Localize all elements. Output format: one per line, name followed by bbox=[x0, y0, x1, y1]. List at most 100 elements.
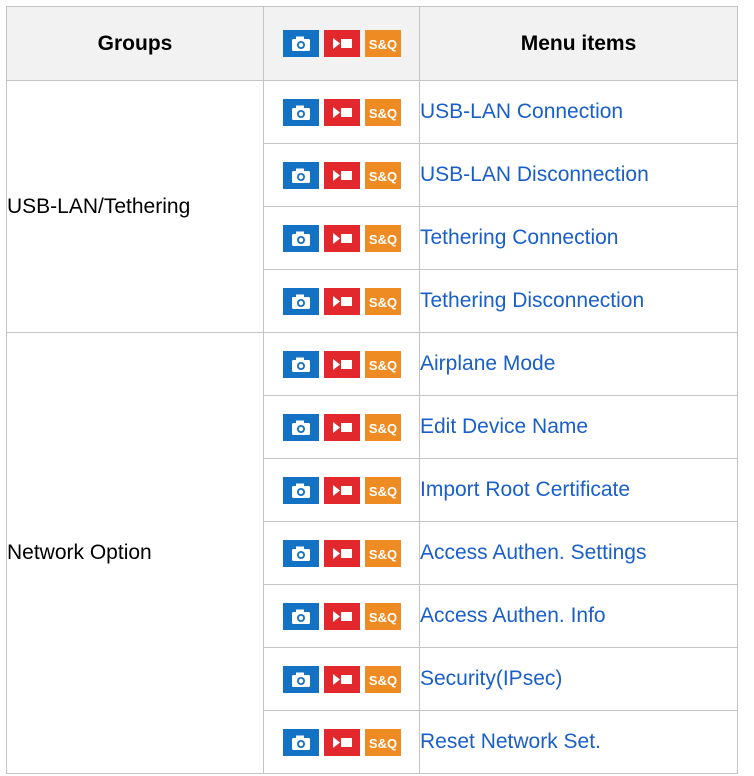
menu-items-header: Menu items bbox=[419, 6, 738, 81]
menu-item-cell: Import Root Certificate bbox=[419, 458, 738, 522]
s-and-q-icon: S&Q bbox=[364, 161, 401, 189]
movie-icon bbox=[323, 161, 360, 189]
camera-icon bbox=[282, 161, 319, 189]
camera-icon bbox=[282, 98, 319, 126]
svg-text:S&Q: S&Q bbox=[368, 610, 396, 625]
camera-icon bbox=[282, 539, 319, 567]
mode-icons: S&Q bbox=[282, 98, 401, 126]
movie-icon bbox=[323, 665, 360, 693]
movie-icon bbox=[323, 539, 360, 567]
menu-item-cell: Access Authen. Settings bbox=[419, 521, 738, 585]
menu-item-link[interactable]: USB-LAN Connection bbox=[420, 100, 623, 123]
mode-icons: S&Q bbox=[282, 30, 401, 57]
menu-item-cell: Access Authen. Info bbox=[419, 584, 738, 648]
camera-icon bbox=[282, 350, 319, 378]
mode-icons-cell: S&Q bbox=[263, 80, 420, 144]
s-and-q-icon: S&Q bbox=[364, 476, 401, 504]
menu-item-link[interactable]: Access Authen. Info bbox=[420, 604, 606, 627]
mode-icons: S&Q bbox=[282, 413, 401, 441]
mode-icons-cell: S&Q bbox=[263, 332, 420, 396]
menu-item-cell: USB-LAN Disconnection bbox=[419, 143, 738, 207]
movie-icon bbox=[323, 98, 360, 126]
menu-item-cell: Edit Device Name bbox=[419, 395, 738, 459]
group-name: Network Option bbox=[6, 332, 264, 774]
movie-icon bbox=[323, 30, 360, 57]
menu-item-link[interactable]: Import Root Certificate bbox=[420, 478, 630, 501]
svg-text:S&Q: S&Q bbox=[368, 421, 396, 436]
header-row: Groups S&Q Menu items bbox=[6, 6, 738, 81]
s-and-q-icon: S&Q bbox=[364, 602, 401, 630]
menu-item-cell: Security(IPsec) bbox=[419, 647, 738, 711]
camera-icon bbox=[282, 476, 319, 504]
mode-icons-cell: S&Q bbox=[263, 584, 420, 648]
table-row: Network Option S&Q Airplane Mode bbox=[6, 332, 738, 774]
mode-icons-cell: S&Q bbox=[263, 206, 420, 270]
menu-item-cell: Tethering Disconnection bbox=[419, 269, 738, 333]
camera-icon bbox=[282, 224, 319, 252]
menu-item-cell: USB-LAN Connection bbox=[419, 80, 738, 144]
mode-icons-cell: S&Q bbox=[263, 269, 420, 333]
mode-icons-cell: S&Q bbox=[263, 458, 420, 522]
s-and-q-icon: S&Q bbox=[364, 287, 401, 315]
movie-icon bbox=[323, 224, 360, 252]
menu-item-link[interactable]: Airplane Mode bbox=[420, 352, 555, 375]
table-row: USB-LAN/Tethering S&Q USB-LAN Connection bbox=[6, 80, 738, 333]
camera-icon bbox=[282, 728, 319, 756]
mode-icons: S&Q bbox=[282, 728, 401, 756]
svg-text:S&Q: S&Q bbox=[368, 295, 396, 310]
svg-text:S&Q: S&Q bbox=[368, 673, 396, 688]
mode-icons-cell: S&Q bbox=[263, 521, 420, 585]
camera-icon bbox=[282, 30, 319, 57]
movie-icon bbox=[323, 476, 360, 504]
movie-icon bbox=[323, 350, 360, 378]
camera-icon bbox=[282, 413, 319, 441]
menu-item-link[interactable]: Edit Device Name bbox=[420, 415, 588, 438]
mode-icons-cell: S&Q bbox=[263, 710, 420, 774]
s-and-q-icon: S&Q bbox=[364, 413, 401, 441]
mode-icons: S&Q bbox=[282, 476, 401, 504]
groups-header: Groups bbox=[6, 6, 264, 81]
menu-item-link[interactable]: Reset Network Set. bbox=[420, 730, 601, 753]
mode-icons: S&Q bbox=[282, 602, 401, 630]
svg-text:S&Q: S&Q bbox=[368, 547, 396, 562]
mode-icons: S&Q bbox=[282, 224, 401, 252]
movie-icon bbox=[323, 287, 360, 315]
svg-text:S&Q: S&Q bbox=[368, 484, 396, 499]
menu-item-cell: Tethering Connection bbox=[419, 206, 738, 270]
mode-icons: S&Q bbox=[282, 161, 401, 189]
s-and-q-icon: S&Q bbox=[364, 728, 401, 756]
menu-table: Groups S&Q Menu items USB-LAN/Tethering S… bbox=[6, 6, 738, 774]
svg-text:S&Q: S&Q bbox=[368, 169, 396, 184]
camera-icon bbox=[282, 665, 319, 693]
s-and-q-icon: S&Q bbox=[364, 30, 401, 57]
mode-icons: S&Q bbox=[282, 287, 401, 315]
svg-text:S&Q: S&Q bbox=[368, 232, 396, 247]
movie-icon bbox=[323, 728, 360, 756]
group-name: USB-LAN/Tethering bbox=[6, 80, 264, 333]
menu-item-cell: Reset Network Set. bbox=[419, 710, 738, 774]
mode-icons-cell: S&Q bbox=[263, 143, 420, 207]
svg-text:S&Q: S&Q bbox=[368, 106, 396, 121]
menu-item-link[interactable]: Security(IPsec) bbox=[420, 667, 562, 690]
menu-item-link[interactable]: Tethering Connection bbox=[420, 226, 618, 249]
menu-item-link[interactable]: Tethering Disconnection bbox=[420, 289, 644, 312]
s-and-q-icon: S&Q bbox=[364, 350, 401, 378]
mode-icons-header: S&Q bbox=[263, 6, 420, 81]
s-and-q-icon: S&Q bbox=[364, 98, 401, 126]
camera-icon bbox=[282, 602, 319, 630]
mode-icons-cell: S&Q bbox=[263, 647, 420, 711]
s-and-q-icon: S&Q bbox=[364, 539, 401, 567]
mode-icons: S&Q bbox=[282, 539, 401, 567]
svg-text:S&Q: S&Q bbox=[368, 736, 396, 751]
s-and-q-icon: S&Q bbox=[364, 224, 401, 252]
menu-item-cell: Airplane Mode bbox=[419, 332, 738, 396]
menu-item-link[interactable]: Access Authen. Settings bbox=[420, 541, 646, 564]
s-and-q-icon: S&Q bbox=[364, 665, 401, 693]
movie-icon bbox=[323, 413, 360, 441]
camera-icon bbox=[282, 287, 319, 315]
svg-text:S&Q: S&Q bbox=[368, 358, 396, 373]
movie-icon bbox=[323, 602, 360, 630]
menu-item-link[interactable]: USB-LAN Disconnection bbox=[420, 163, 649, 186]
mode-icons: S&Q bbox=[282, 350, 401, 378]
svg-text:S&Q: S&Q bbox=[368, 37, 396, 52]
